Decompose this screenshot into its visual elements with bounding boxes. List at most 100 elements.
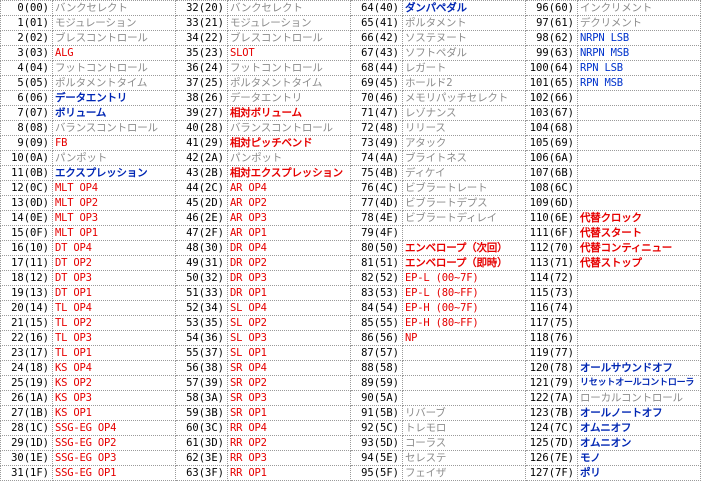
cc-name-cell: アタック <box>402 135 526 151</box>
cc-name-cell: DT OP2 <box>52 255 176 271</box>
cc-name-cell: バンクセレクト <box>227 0 351 16</box>
cc-name-cell: トレモロ <box>402 420 526 436</box>
cc-name-cell: SL OP3 <box>227 330 351 346</box>
cc-number-cell: 41(29) <box>175 135 228 151</box>
cc-number-cell: 121(79) <box>525 375 578 391</box>
cc-number-cell: 73(49) <box>350 135 403 151</box>
cc-number-cell: 30(1E) <box>0 450 53 466</box>
cc-number-cell: 39(27) <box>175 105 228 121</box>
cc-name-cell: ブレスコントロール <box>227 30 351 46</box>
cc-number-cell: 2(02) <box>0 30 53 46</box>
cc-name-cell: バランスコントロール <box>227 120 351 136</box>
cc-name-cell: ポルタメント <box>402 15 526 31</box>
cc-name-cell: EP-H (00~7F) <box>402 300 526 316</box>
cc-number-cell: 5(05) <box>0 75 53 91</box>
cc-number-cell: 119(77) <box>525 345 578 361</box>
cc-number-cell: 64(40) <box>350 0 403 16</box>
cc-number-cell: 75(4B) <box>350 165 403 181</box>
cc-name-cell <box>577 330 701 346</box>
cc-name-cell: EP-H (80~FF) <box>402 315 526 331</box>
cc-name-cell: パンポット <box>227 150 351 166</box>
cc-number-cell: 96(60) <box>525 0 578 16</box>
cc-name-cell: コーラス <box>402 435 526 451</box>
cc-name-cell <box>402 375 526 391</box>
cc-name-cell: フェイザ <box>402 465 526 481</box>
cc-number-cell: 67(43) <box>350 45 403 61</box>
cc-name-cell: ビブラートレート <box>402 180 526 196</box>
cc-name-cell: KS OP2 <box>52 375 176 391</box>
table-row: 6(06) データエントリ 38(26) データエントリ 70(46) メモリパッチセレク… <box>0 90 701 106</box>
cc-number-cell: 106(6A) <box>525 150 578 166</box>
table-row: 17(11) DT OP2 49(31) DR OP2 81(51) エンベロープ（即時）… <box>0 255 701 271</box>
cc-number-cell: 77(4D) <box>350 195 403 211</box>
cc-number-cell: 48(30) <box>175 240 228 256</box>
cc-number-cell: 87(57) <box>350 345 403 361</box>
cc-name-cell: RR OP3 <box>227 450 351 466</box>
cc-name-cell: KS OP1 <box>52 405 176 421</box>
cc-number-cell: 38(26) <box>175 90 228 106</box>
cc-number-cell: 59(3B) <box>175 405 228 421</box>
cc-number-cell: 105(69) <box>525 135 578 151</box>
cc-number-cell: 102(66) <box>525 90 578 106</box>
cc-name-cell <box>402 345 526 361</box>
cc-number-cell: 99(63) <box>525 45 578 61</box>
table-row: 12(0C) MLT OP4 44(2C) AR OP4 76(4C) ビブラートレート 1… <box>0 180 701 196</box>
cc-number-cell: 72(48) <box>350 120 403 136</box>
cc-name-cell <box>577 135 701 151</box>
cc-number-cell: 50(32) <box>175 270 228 286</box>
cc-name-cell: MLT OP4 <box>52 180 176 196</box>
cc-name-cell: MLT OP3 <box>52 210 176 226</box>
cc-name-cell: KS OP3 <box>52 390 176 406</box>
cc-number-cell: 69(45) <box>350 75 403 91</box>
cc-number-cell: 40(28) <box>175 120 228 136</box>
cc-number-cell: 1(01) <box>0 15 53 31</box>
cc-number-cell: 19(13) <box>0 285 53 301</box>
cc-number-cell: 36(24) <box>175 60 228 76</box>
cc-number-cell: 33(21) <box>175 15 228 31</box>
cc-name-cell: エンベロープ（即時） <box>402 255 526 271</box>
cc-number-cell: 8(08) <box>0 120 53 136</box>
cc-name-cell: NP <box>402 330 526 346</box>
cc-number-cell: 101(65) <box>525 75 578 91</box>
cc-name-cell <box>577 165 701 181</box>
table-row: 8(08) バランスコントロール 40(28) バランスコントロール 72(48) リリー… <box>0 120 701 136</box>
cc-name-cell: RR OP4 <box>227 420 351 436</box>
cc-name-cell: SL OP2 <box>227 315 351 331</box>
cc-name-cell: MLT OP2 <box>52 195 176 211</box>
cc-number-cell: 92(5C) <box>350 420 403 436</box>
cc-name-cell <box>577 270 701 286</box>
cc-name-cell: リリース <box>402 120 526 136</box>
cc-name-cell <box>402 225 526 241</box>
cc-name-cell: NRPN LSB <box>577 30 701 46</box>
cc-name-cell: RPN LSB <box>577 60 701 76</box>
cc-name-cell: ポルタメントタイム <box>227 75 351 91</box>
cc-number-cell: 65(41) <box>350 15 403 31</box>
cc-name-cell: フットコントロール <box>227 60 351 76</box>
cc-name-cell: ブライトネス <box>402 150 526 166</box>
cc-name-cell: DR OP1 <box>227 285 351 301</box>
table-row: 27(1B) KS OP1 59(3B) SR OP1 91(5B) リバーブ 123(7B… <box>0 405 701 421</box>
cc-name-cell: モジュレーション <box>52 15 176 31</box>
table-row: 0(00) バンクセレクト 32(20) バンクセレクト 64(40) ダンパペダル 96(… <box>0 0 701 16</box>
cc-number-cell: 62(3E) <box>175 450 228 466</box>
cc-number-cell: 78(4E) <box>350 210 403 226</box>
cc-number-cell: 81(51) <box>350 255 403 271</box>
cc-number-cell: 11(0B) <box>0 165 53 181</box>
table-row: 18(12) DT OP3 50(32) DR OP3 82(52) EP-L (00~7… <box>0 270 701 286</box>
cc-number-cell: 60(3C) <box>175 420 228 436</box>
cc-name-cell: 相対ボリューム <box>227 105 351 121</box>
cc-number-cell: 24(18) <box>0 360 53 376</box>
cc-number-cell: 110(6E) <box>525 210 578 226</box>
cc-name-cell: 相対ピッチベンド <box>227 135 351 151</box>
cc-name-cell: メモリパッチセレクト <box>402 90 526 106</box>
cc-name-cell: モジュレーション <box>227 15 351 31</box>
cc-number-cell: 63(3F) <box>175 465 228 481</box>
cc-name-cell: SR OP3 <box>227 390 351 406</box>
cc-number-cell: 120(78) <box>525 360 578 376</box>
cc-name-cell: データエントリ <box>227 90 351 106</box>
cc-number-cell: 47(2F) <box>175 225 228 241</box>
cc-number-cell: 4(04) <box>0 60 53 76</box>
cc-number-cell: 51(33) <box>175 285 228 301</box>
cc-number-cell: 74(4A) <box>350 150 403 166</box>
cc-name-cell: SR OP4 <box>227 360 351 376</box>
